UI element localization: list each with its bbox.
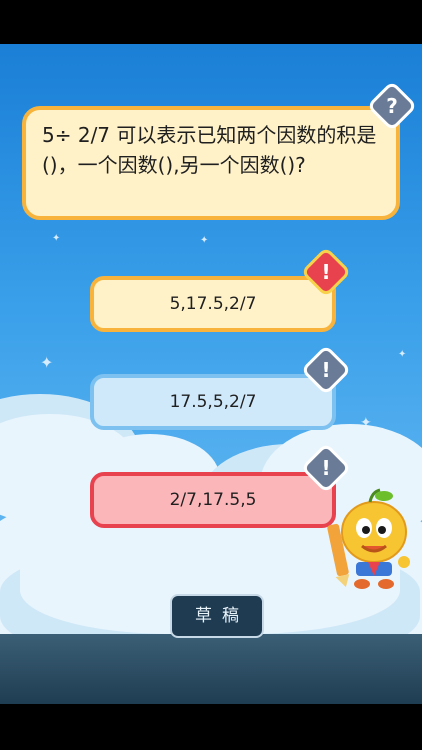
question-text: 5÷ 2/7 可以表示已知两个因数的积是()，一个因数(),另一个因数()? <box>42 123 377 177</box>
bottom-bar <box>0 634 422 704</box>
draft-button[interactable]: 草稿 <box>170 594 264 638</box>
question-card: 5÷ 2/7 可以表示已知两个因数的积是()，一个因数(),另一个因数()? <box>22 106 400 220</box>
answer-label: 17.5,5,2/7 <box>169 392 257 412</box>
question-mark-icon[interactable]: ? <box>366 80 418 132</box>
answer-label: 5,17.5,2/7 <box>169 294 257 314</box>
star-decoration: ✦ <box>398 349 407 360</box>
orange-mascot <box>327 488 410 589</box>
answer-label: 2/7,17.5,5 <box>169 490 257 510</box>
quiz-screen: ✦ ✦ ✦ ✦ ✦ 5÷ 2/7 可以表示已知两个因数的积是()，一个因数(),… <box>0 44 422 704</box>
exclamation-icon: ! <box>300 344 352 396</box>
exclamation-icon: ! <box>300 246 352 298</box>
star-decoration: ✦ <box>200 235 209 246</box>
star-decoration: ✦ <box>40 353 54 372</box>
star-decoration: ✦ <box>52 233 61 244</box>
answer-option-1[interactable]: 5,17.5,2/7 <box>90 276 336 332</box>
exclamation-icon: ! <box>300 442 352 494</box>
answer-option-3[interactable]: 2/7,17.5,5 <box>90 472 336 528</box>
answer-option-2[interactable]: 17.5,5,2/7 <box>90 374 336 430</box>
